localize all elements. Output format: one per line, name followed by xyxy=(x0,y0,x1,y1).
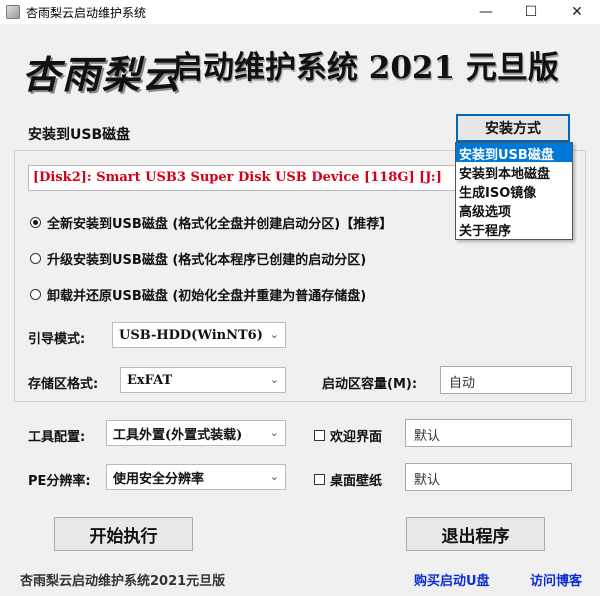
checkbox-indicator xyxy=(314,430,325,441)
radio-label: 卸载并还原USB磁盘 (初始化全盘并重建为普通存储盘) xyxy=(47,289,367,304)
menu-item-make-iso[interactable]: 生成ISO镜像 xyxy=(456,181,572,201)
chevron-down-icon: ⌄ xyxy=(269,328,279,341)
app-icon xyxy=(6,5,20,19)
radio-label: 升级安装到USB磁盘 (格式化本程序已创建的启动分区) xyxy=(47,253,367,268)
chevron-down-icon: ⌄ xyxy=(269,470,279,483)
boot-mode-select[interactable]: USB-HDD(WinNT6) ⌄ xyxy=(112,322,286,348)
start-button[interactable]: 开始执行 xyxy=(54,517,193,551)
tool-config-label: 工具配置: xyxy=(28,430,86,445)
banner-logo: 杏雨梨云 xyxy=(22,52,183,97)
install-method-button[interactable]: 安装方式 xyxy=(456,114,570,142)
radio-upgrade-install[interactable]: 升级安装到USB磁盘 (格式化本程序已创建的启动分区) xyxy=(30,249,366,268)
exit-button[interactable]: 退出程序 xyxy=(406,517,545,551)
buy-usb-link[interactable]: 购买启动U盘 xyxy=(414,570,490,589)
storage-format-label: 存储区格式: xyxy=(28,377,99,392)
window-title: 杏雨梨云启动维护系统 xyxy=(26,5,147,20)
desktop-wallpaper-checkbox[interactable]: 桌面壁纸 xyxy=(314,470,382,489)
boot-capacity-label: 启动区容量(M): xyxy=(322,377,418,392)
footer-version: 杏雨梨云启动维护系统2021元旦版 xyxy=(20,574,226,589)
boot-mode-value: USB-HDD(WinNT6) xyxy=(119,327,263,343)
radio-label: 全新安装到USB磁盘 (格式化全盘并创建启动分区)【推荐】 xyxy=(47,217,393,232)
pe-resolution-value: 使用安全分辨率 xyxy=(113,471,205,487)
maximize-button[interactable]: ☐ xyxy=(508,0,554,24)
banner-title: 启动维护系统 2021 元旦版 xyxy=(172,50,559,86)
minimize-button[interactable]: — xyxy=(463,0,509,24)
visit-blog-link[interactable]: 访问博客 xyxy=(530,570,582,589)
pe-resolution-label: PE分辨率: xyxy=(28,474,91,489)
chevron-down-icon: ⌄ xyxy=(269,373,279,386)
radio-indicator xyxy=(30,217,41,228)
desktop-wallpaper-input[interactable]: 默认 xyxy=(405,463,572,491)
storage-format-select[interactable]: ExFAT ⌄ xyxy=(120,367,286,393)
menu-item-install-local[interactable]: 安装到本地磁盘 xyxy=(456,162,572,182)
menu-item-install-usb[interactable]: 安装到USB磁盘 xyxy=(456,143,572,163)
checkbox-label: 欢迎界面 xyxy=(330,430,383,445)
banner: 杏雨梨云 启动维护系统 2021 元旦版 xyxy=(0,24,600,102)
pe-resolution-select[interactable]: 使用安全分辨率 ⌄ xyxy=(106,464,286,490)
welcome-screen-checkbox[interactable]: 欢迎界面 xyxy=(314,426,382,445)
chevron-down-icon: ⌄ xyxy=(269,426,279,439)
menu-item-about[interactable]: 关于程序 xyxy=(456,219,572,239)
radio-fresh-install[interactable]: 全新安装到USB磁盘 (格式化全盘并创建启动分区)【推荐】 xyxy=(30,213,392,232)
boot-mode-label: 引导模式: xyxy=(28,332,86,347)
disk-selector[interactable]: [Disk2]: Smart USB3 Super Disk USB Devic… xyxy=(28,165,500,191)
tool-config-select[interactable]: 工具外置(外置式装载) ⌄ xyxy=(106,420,286,446)
storage-format-value: ExFAT xyxy=(127,372,173,388)
checkbox-indicator xyxy=(314,474,325,485)
install-target-label: 安装到USB磁盘 xyxy=(28,127,131,143)
radio-indicator xyxy=(30,289,41,300)
boot-capacity-input[interactable]: 自动 xyxy=(440,366,572,394)
checkbox-label: 桌面壁纸 xyxy=(330,474,383,489)
menu-item-advanced[interactable]: 高级选项 xyxy=(456,200,572,220)
install-method-menu: 安装到USB磁盘 安装到本地磁盘 生成ISO镜像 高级选项 关于程序 xyxy=(455,142,573,240)
radio-uninstall-restore[interactable]: 卸载并还原USB磁盘 (初始化全盘并重建为普通存储盘) xyxy=(30,285,366,304)
welcome-screen-input[interactable]: 默认 xyxy=(405,419,572,447)
close-button[interactable]: ✕ xyxy=(554,0,600,24)
radio-indicator xyxy=(30,253,41,264)
tool-config-value: 工具外置(外置式装载) xyxy=(113,427,243,443)
